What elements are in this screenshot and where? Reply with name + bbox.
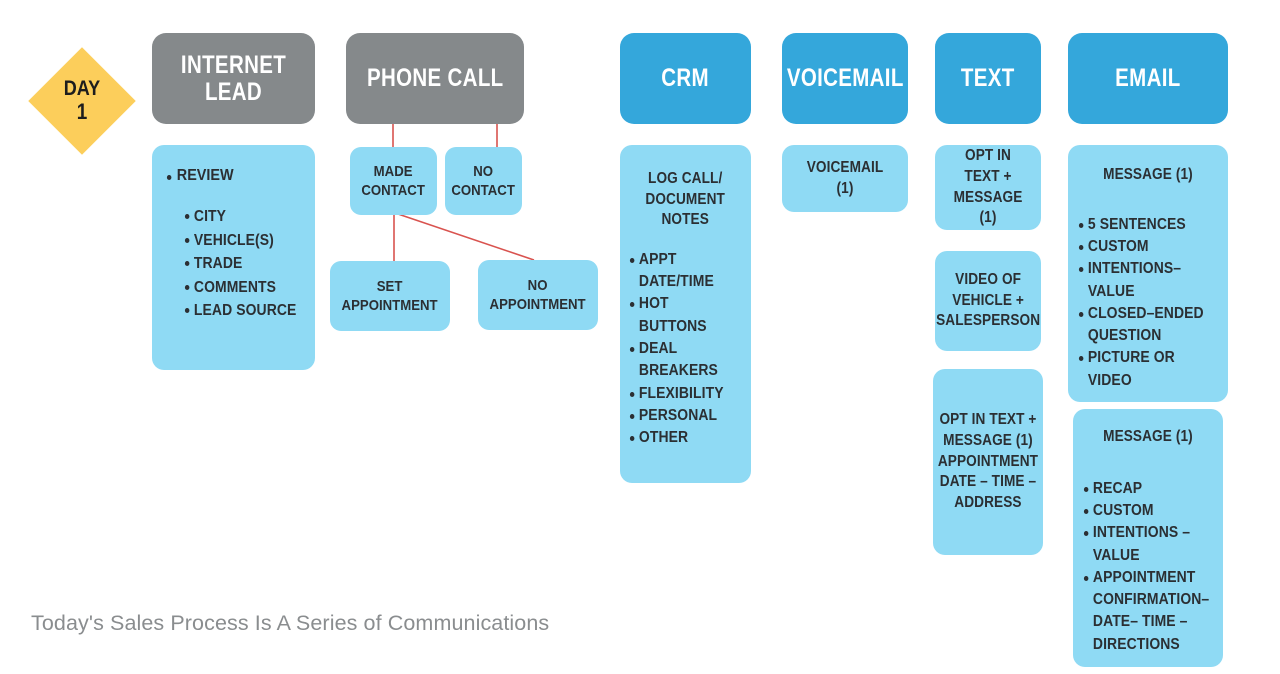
list-item: FLEXIBILITY	[629, 383, 731, 405]
list-item: CITY	[184, 205, 306, 229]
panel-email-1-title: MESSAGE (1)	[1103, 166, 1193, 183]
flow-node-no-contact[interactable]: NO CONTACT	[445, 147, 522, 215]
header-email[interactable]: EMAIL	[1068, 33, 1228, 124]
connector-made-contact-to-no-appointment	[397, 213, 535, 261]
list-item: 5 SENTENCES	[1078, 214, 1204, 236]
header-crm-label: CRM	[661, 64, 710, 93]
panel-crm: LOG CALL/ DOCUMENT NOTES APPT DATE/TIME …	[620, 145, 751, 483]
panel-email-1: MESSAGE (1) 5 SENTENCES CUSTOM INTENTION…	[1068, 145, 1228, 402]
header-phone-call[interactable]: PHONE CALL	[346, 33, 524, 124]
panel-voicemail-1-title: VOICEMAIL (1)	[806, 158, 884, 197]
header-text-label: TEXT	[961, 64, 1015, 93]
list-item: TRADE	[184, 252, 306, 276]
list-item: CUSTOM	[1083, 500, 1200, 522]
list-item: VEHICLE(S)	[184, 229, 306, 253]
day-marker-line2: 1	[76, 99, 88, 125]
panel-text-1: OPT IN TEXT + MESSAGE (1)	[935, 145, 1041, 230]
list-item: LEAD SOURCE	[184, 299, 306, 323]
flow-node-made-contact-label: MADE CONTACT	[361, 162, 426, 199]
panel-email-2-title: MESSAGE (1)	[1103, 428, 1193, 445]
header-voicemail-label: VOICEMAIL	[786, 64, 904, 93]
list-item: OTHER	[629, 427, 731, 449]
panel-voicemail-1: VOICEMAIL (1)	[782, 145, 908, 212]
flow-node-set-appointment-label: SET APPOINTMENT	[341, 277, 439, 314]
day-marker-label: DAY 1	[49, 63, 114, 139]
list-item: HOT BUTTONS	[629, 293, 731, 338]
panel-email-2: MESSAGE (1) RECAP CUSTOM INTENTIONS – VA…	[1073, 409, 1223, 667]
list-item: COMMENTS	[184, 276, 306, 300]
crm-notes-list: APPT DATE/TIME HOT BUTTONS DEAL BREAKERS…	[629, 249, 742, 450]
panel-text-3-title: OPT IN TEXT + MESSAGE (1) APPOINTMENT DA…	[937, 411, 1039, 511]
header-text[interactable]: TEXT	[935, 33, 1041, 124]
list-item: INTENTIONS– VALUE	[1078, 258, 1204, 303]
list-item: APPOINTMENT CONFIRMATION– DATE– TIME – D…	[1083, 567, 1209, 656]
list-item: CLOSED–ENDED QUESTION	[1078, 303, 1204, 348]
email-2-list: RECAP CUSTOM INTENTIONS – VALUE APPOINTM…	[1083, 478, 1213, 657]
flow-node-set-appointment[interactable]: SET APPOINTMENT	[330, 261, 450, 331]
diagram-canvas: DAY 1 INTERNET LEAD REVIEW CITY VEHICLE(…	[0, 0, 1280, 674]
list-item: DEAL BREAKERS	[629, 338, 731, 383]
day-marker-line1: DAY	[63, 76, 101, 100]
header-crm[interactable]: CRM	[620, 33, 751, 124]
internet-lead-sub-list: CITY VEHICLE(S) TRADE COMMENTS LEAD SOUR…	[166, 205, 319, 323]
header-email-label: EMAIL	[1115, 64, 1181, 93]
day-marker: DAY 1	[28, 47, 136, 155]
list-item: PICTURE OR VIDEO	[1078, 347, 1204, 392]
flow-node-no-appointment-label: NO APPOINTMENT	[489, 276, 587, 313]
header-phone-call-label: PHONE CALL	[366, 64, 504, 93]
list-item: CUSTOM	[1078, 236, 1204, 258]
diagram-caption: Today's Sales Process Is A Series of Com…	[31, 611, 550, 635]
header-internet-lead-label: INTERNET LEAD	[180, 51, 287, 106]
email-1-list: 5 SENTENCES CUSTOM INTENTIONS– VALUE CLO…	[1078, 214, 1218, 393]
panel-internet-lead: REVIEW CITY VEHICLE(S) TRADE COMMENTS LE…	[152, 145, 315, 370]
list-item: INTENTIONS – VALUE	[1083, 522, 1200, 567]
panel-crm-title: LOG CALL/ DOCUMENT NOTES	[645, 170, 726, 229]
list-item: PERSONAL	[629, 405, 731, 427]
internet-lead-review-item: REVIEW	[166, 167, 234, 185]
list-item: RECAP	[1083, 478, 1200, 500]
flow-node-made-contact[interactable]: MADE CONTACT	[350, 147, 437, 215]
header-internet-lead[interactable]: INTERNET LEAD	[152, 33, 315, 124]
flow-node-no-contact-label: NO CONTACT	[451, 162, 516, 199]
flow-node-no-appointment[interactable]: NO APPOINTMENT	[478, 260, 598, 330]
panel-text-2: VIDEO OF VEHICLE + SALESPERSON	[935, 251, 1041, 351]
header-voicemail[interactable]: VOICEMAIL	[782, 33, 908, 124]
list-item: APPT DATE/TIME	[629, 249, 731, 294]
panel-text-3: OPT IN TEXT + MESSAGE (1) APPOINTMENT DA…	[933, 369, 1043, 555]
panel-text-2-title: VIDEO OF VEHICLE + SALESPERSON	[935, 271, 1041, 330]
panel-text-1-title: OPT IN TEXT + MESSAGE (1)	[953, 147, 1023, 227]
